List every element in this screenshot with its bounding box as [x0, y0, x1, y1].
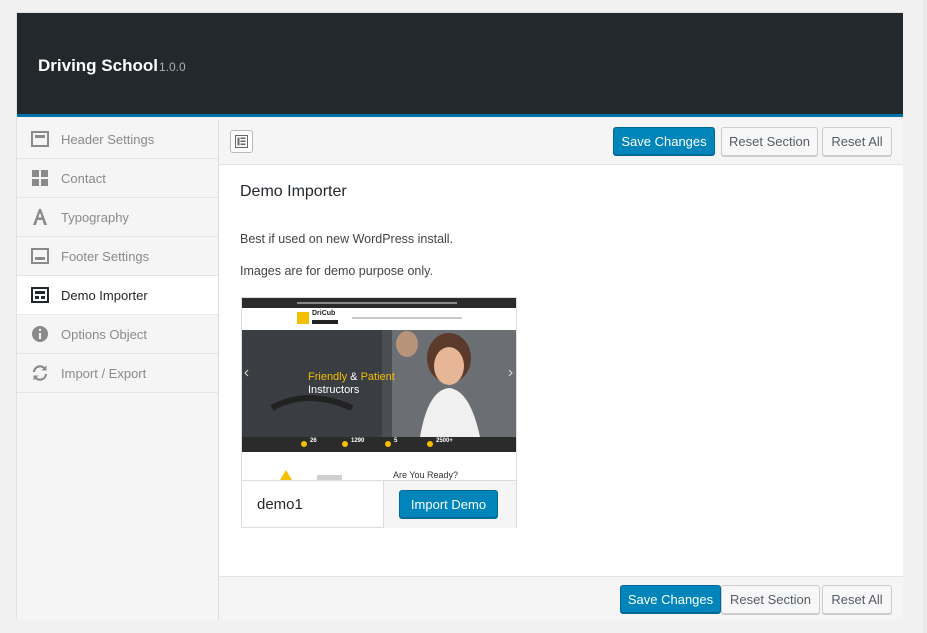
thumb-stat-4: 2500+ [436, 438, 453, 444]
sidebar-item-options-object[interactable]: Options Object [17, 315, 218, 354]
info-icon [31, 325, 49, 343]
sidebar-item-label: Demo Importer [61, 287, 148, 303]
sidebar-item-label: Typography [61, 209, 129, 225]
app-version: 1.0.0 [159, 60, 186, 74]
bottom-toolbar: Save Changes Reset Section Reset All [219, 576, 903, 620]
options-header: Driving School 1.0.0 [17, 13, 903, 117]
demo-card: DriCub Friendly & Patient Instructors 26… [241, 297, 517, 528]
sidebar-item-header-settings[interactable]: Header Settings [17, 120, 218, 159]
thumb-hero-word-2: Patient [360, 371, 395, 383]
thumb-logo: DriCub [312, 310, 336, 317]
top-toolbar: Save Changes Reset Section Reset All [219, 120, 903, 165]
save-changes-button[interactable]: Save Changes [613, 127, 715, 156]
import-demo-button[interactable]: Import Demo [399, 490, 498, 519]
expand-options-button[interactable] [230, 130, 253, 153]
sidebar-item-footer-settings[interactable]: Footer Settings [17, 237, 218, 276]
sidebar-item-demo-importer[interactable]: Demo Importer [17, 276, 218, 315]
page-scrollbar[interactable] [923, 0, 927, 633]
reset-all-button-bottom[interactable]: Reset All [822, 585, 892, 614]
thumb-hero-word-1: Friendly [308, 371, 348, 383]
thumb-hero-line-2: Instructors [308, 384, 360, 396]
grid-icon [31, 169, 49, 187]
thumb-hero-text: Friendly & Patient Instructors [308, 371, 395, 397]
reset-all-button[interactable]: Reset All [822, 127, 892, 156]
sidebar-item-label: Import / Export [61, 365, 147, 381]
reset-section-button[interactable]: Reset Section [721, 127, 818, 156]
app-title: Driving School [38, 56, 158, 75]
section-note: Images are for demo purpose only. [240, 264, 433, 278]
thumb-stat-1: 26 [310, 438, 317, 444]
sidebar-item-label: Contact [61, 170, 106, 186]
refresh-icon [31, 364, 49, 382]
reset-section-button-bottom[interactable]: Reset Section [721, 585, 820, 614]
thumb-cta: Are You Ready? [393, 470, 459, 480]
section-title: Demo Importer [240, 183, 347, 200]
sidebar-item-contact[interactable]: Contact [17, 159, 218, 198]
expand-icon [235, 135, 248, 148]
options-panel: Driving School 1.0.0 Header Settings Con… [16, 12, 903, 620]
demo-actions: Import Demo [383, 481, 516, 528]
sidebar-item-label: Options Object [61, 326, 147, 342]
sidebar-item-label: Header Settings [61, 131, 155, 147]
demo-thumbnail: DriCub Friendly & Patient Instructors 26… [242, 298, 516, 480]
thumb-hero-ampersand: & [347, 371, 361, 383]
sidebar: Header Settings Contact Typography Foote… [17, 120, 219, 620]
demo-footer: demo1 Import Demo [242, 480, 516, 528]
main-content: Save Changes Reset Section Reset All Dem… [219, 120, 903, 620]
demo-name: demo1 [257, 496, 303, 513]
demo-importer-icon [31, 286, 49, 304]
sidebar-item-import-export[interactable]: Import / Export [17, 354, 218, 393]
thumb-stat-2: 1290 [351, 438, 365, 444]
header-settings-icon [31, 130, 49, 148]
sidebar-item-label: Footer Settings [61, 248, 150, 264]
sidebar-item-typography[interactable]: Typography [17, 198, 218, 237]
footer-settings-icon [31, 247, 49, 265]
save-changes-button-bottom[interactable]: Save Changes [620, 585, 721, 614]
typography-icon [31, 208, 49, 226]
section-description: Best if used on new WordPress install. [240, 232, 454, 246]
thumb-stat-3: 5 [394, 438, 398, 444]
